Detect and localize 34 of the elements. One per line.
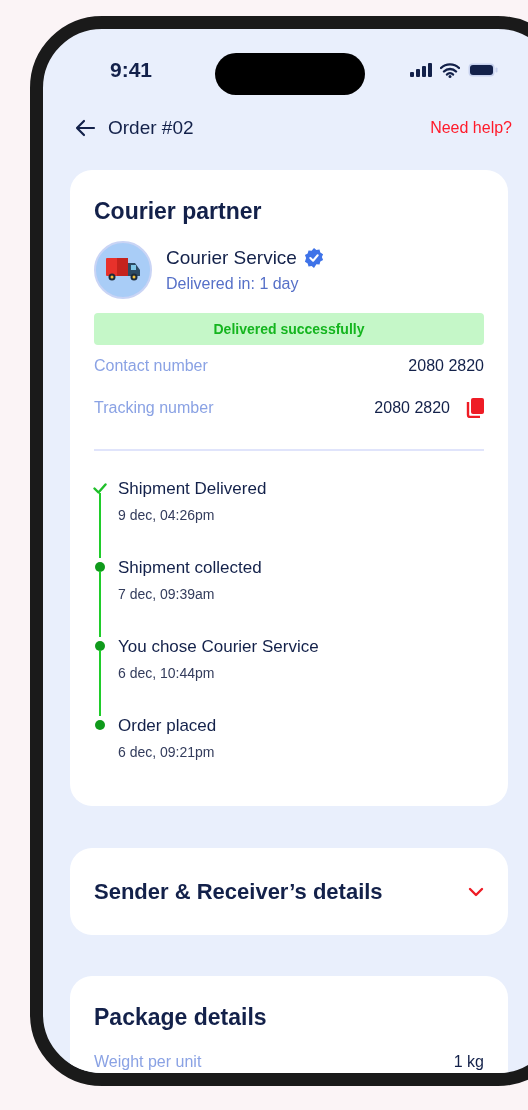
timeline-dot [95, 562, 105, 572]
status-time: 9:41 [110, 58, 153, 82]
delivery-time: Delivered in: 1 day [166, 275, 300, 293]
order-title: Order #02 [108, 117, 194, 139]
timeline-dot [95, 641, 105, 651]
event-title: Order placed [118, 716, 217, 736]
truck-avatar-icon [94, 241, 152, 299]
detail-value: 1 kg [453, 1053, 484, 1071]
back-arrow-icon[interactable] [74, 119, 96, 137]
battery-icon [468, 63, 498, 77]
status-banner: Delivered successfully [94, 313, 484, 345]
copy-icon[interactable] [466, 398, 484, 418]
section-title: Sender & Receiver’s details [94, 878, 383, 905]
check-icon [93, 483, 107, 494]
card-title: Courier partner [94, 198, 263, 225]
detail-value: 2080 2820 [374, 399, 450, 417]
detail-value: 2080 2820 [408, 357, 484, 375]
event-time: 6 dec, 09:21pm [118, 744, 216, 760]
event-time: 7 dec, 09:39am [118, 586, 216, 602]
sender-receiver-card[interactable]: Sender & Receiver’s details [70, 848, 508, 935]
wifi-icon [440, 62, 460, 78]
event-title: Shipment Delivered [118, 479, 267, 499]
event-title: You chose Courier Service [118, 637, 319, 657]
chevron-icon[interactable] [468, 886, 484, 897]
detail-label: Contact number [94, 357, 208, 375]
event-time: 9 dec, 04:26pm [118, 507, 216, 523]
signal-icon [410, 63, 432, 77]
detail-label: Tracking number [94, 399, 214, 417]
event-time: 6 dec, 10:44pm [118, 665, 216, 681]
event-title: Shipment collected [118, 558, 262, 578]
detail-label: Weight per unit [94, 1053, 202, 1071]
timeline-dot [95, 720, 105, 730]
courier-name: Courier Service [166, 247, 297, 269]
card-title: Package details [94, 1004, 268, 1031]
